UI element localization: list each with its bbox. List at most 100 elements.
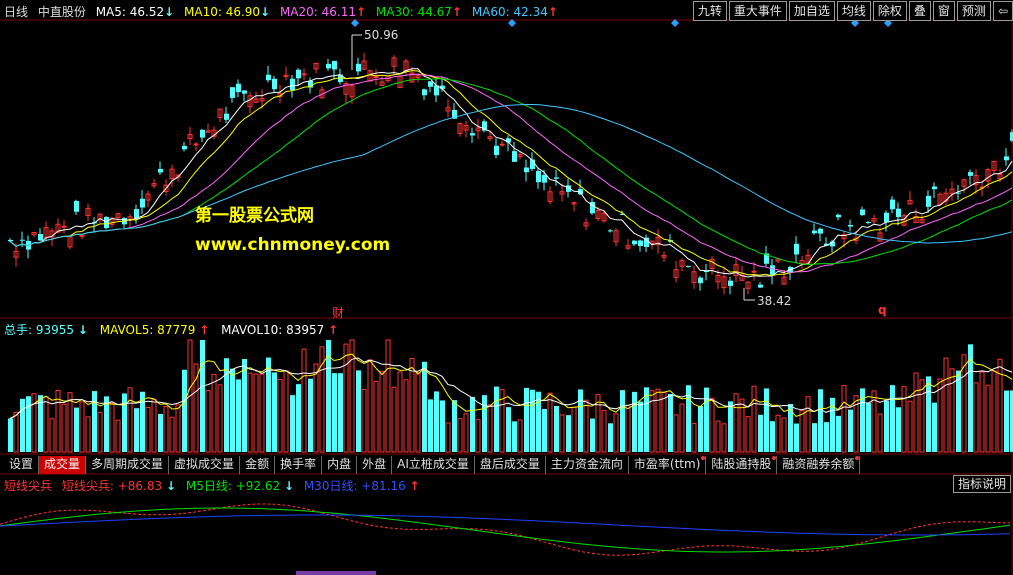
tab-turnover[interactable]: 换手率: [275, 456, 323, 474]
volume-bar: [655, 388, 661, 453]
volume-bar: [649, 390, 655, 453]
line3-arrow-icon: ↑: [409, 479, 420, 493]
ma60-line: [9, 104, 1013, 247]
tab-inner[interactable]: 内盘: [322, 456, 358, 474]
candle-body: [758, 284, 763, 288]
volume-bar: [8, 418, 13, 452]
volume-bar: [644, 387, 649, 452]
forecast-button[interactable]: 预测: [956, 1, 991, 21]
volume-bar: [163, 406, 169, 453]
tab-virtual-volume[interactable]: 虚拟成交量: [169, 456, 241, 474]
volume-bar: [487, 404, 493, 453]
high-price-label: 50.96: [364, 28, 399, 42]
volume-bar: [559, 414, 565, 453]
ma5-arrow-icon: ↓: [164, 5, 175, 19]
tab-outer[interactable]: 外盘: [357, 456, 393, 474]
candle-body: [632, 240, 637, 245]
candle-body: [818, 228, 823, 234]
tab-multi-period-volume[interactable]: 多周期成交量: [86, 456, 170, 474]
q-marker[interactable]: q: [878, 303, 887, 317]
volume-bar: [379, 370, 385, 453]
ma30-value: MA30: 44.67↑: [375, 5, 462, 19]
tab-amount[interactable]: 金额: [240, 456, 276, 474]
candle-body: [242, 90, 247, 94]
mavol10-arrow-icon: ↑: [328, 323, 339, 337]
tab-margin[interactable]: 融资融券余额: [777, 456, 861, 474]
candle-body: [422, 89, 427, 96]
tab-volume[interactable]: 成交量: [39, 456, 87, 474]
total-volume: 总手: 93955 ↓: [4, 323, 88, 337]
window-button[interactable]: 窗: [932, 1, 955, 21]
volume-bar: [440, 400, 445, 452]
candle-body: [290, 78, 295, 90]
candle-body: [751, 270, 757, 273]
volume-bar: [349, 339, 355, 453]
back-icon[interactable]: ⇦: [992, 1, 1013, 21]
indicator-name[interactable]: 短线尖兵: [4, 479, 52, 493]
candle-body: [236, 83, 241, 93]
volume-bar: [236, 379, 241, 452]
volume-bar: [266, 357, 271, 452]
candle-body: [266, 74, 271, 81]
volume-bar: [49, 418, 55, 453]
candle-body: [356, 63, 361, 72]
candle-body: [638, 240, 643, 246]
volume-bar: [991, 370, 997, 453]
add-watchlist-button[interactable]: 加自选: [788, 1, 835, 21]
volume-bar: [230, 368, 235, 452]
volume-bar: [691, 422, 697, 453]
volume-bar: [625, 404, 631, 453]
volume-bar: [253, 373, 259, 453]
volume-bar: [745, 416, 751, 453]
volume-bar: [566, 415, 571, 452]
volume-bar: [799, 410, 805, 453]
volume-bar: [506, 407, 511, 452]
volume-bar: [175, 404, 181, 453]
volume-bar: [247, 372, 253, 453]
period-label[interactable]: 日线: [4, 5, 28, 19]
volume-bar: [554, 406, 559, 452]
volume-bar: [79, 401, 85, 453]
tab-capital-flow[interactable]: 主力资金流向: [546, 456, 629, 474]
ma-line-button[interactable]: 均线: [836, 1, 871, 21]
volume-bar: [134, 408, 139, 452]
overlay-button[interactable]: 叠: [908, 1, 931, 21]
indicator-help-button[interactable]: 指标说明: [952, 475, 1011, 493]
tab-ai-volume[interactable]: AI立桩成交量: [392, 456, 475, 474]
major-events-button[interactable]: 重大事件: [728, 1, 787, 21]
volume-bar: [200, 340, 205, 452]
finance-marker[interactable]: 财: [332, 304, 344, 321]
volume-bar: [841, 385, 847, 453]
volume-bar: [463, 413, 469, 453]
volume-bar: [122, 393, 127, 452]
volume-bar: [721, 423, 727, 453]
tab-hk-connect[interactable]: 陆股通持股: [706, 456, 778, 474]
new-dot-icon: [855, 456, 860, 460]
tab-after-hours-volume[interactable]: 盘后成交量: [475, 456, 546, 474]
candle-body: [182, 145, 187, 150]
volume-bar: [949, 368, 955, 453]
volume-bar: [728, 401, 733, 452]
volume-bar: [217, 384, 223, 453]
candle-body: [434, 85, 439, 96]
ex-right-button[interactable]: 除权: [872, 1, 907, 21]
volume-bar: [169, 416, 175, 453]
candle-body: [542, 175, 547, 183]
candle-body: [470, 133, 475, 136]
volume-bar: [313, 363, 319, 453]
indicator-m5-line: [0, 507, 1011, 553]
candle-body: [896, 208, 901, 218]
volume-bar: [26, 396, 31, 452]
stock-name: 中直股份: [37, 5, 86, 19]
volume-bar: [38, 395, 43, 452]
volume-bar: [698, 405, 703, 452]
tab-pe-ttm[interactable]: 市盈率(ttm): [629, 456, 707, 474]
volume-bar: [301, 348, 307, 453]
tab-settings[interactable]: 设置: [4, 456, 40, 474]
ma30-arrow-icon: ↑: [451, 5, 462, 19]
candle-body: [866, 221, 871, 223]
nine-turn-button[interactable]: 九转: [692, 1, 727, 21]
volume-bar: [277, 378, 283, 453]
volume-bar: [901, 386, 907, 453]
candle-body: [301, 73, 307, 76]
